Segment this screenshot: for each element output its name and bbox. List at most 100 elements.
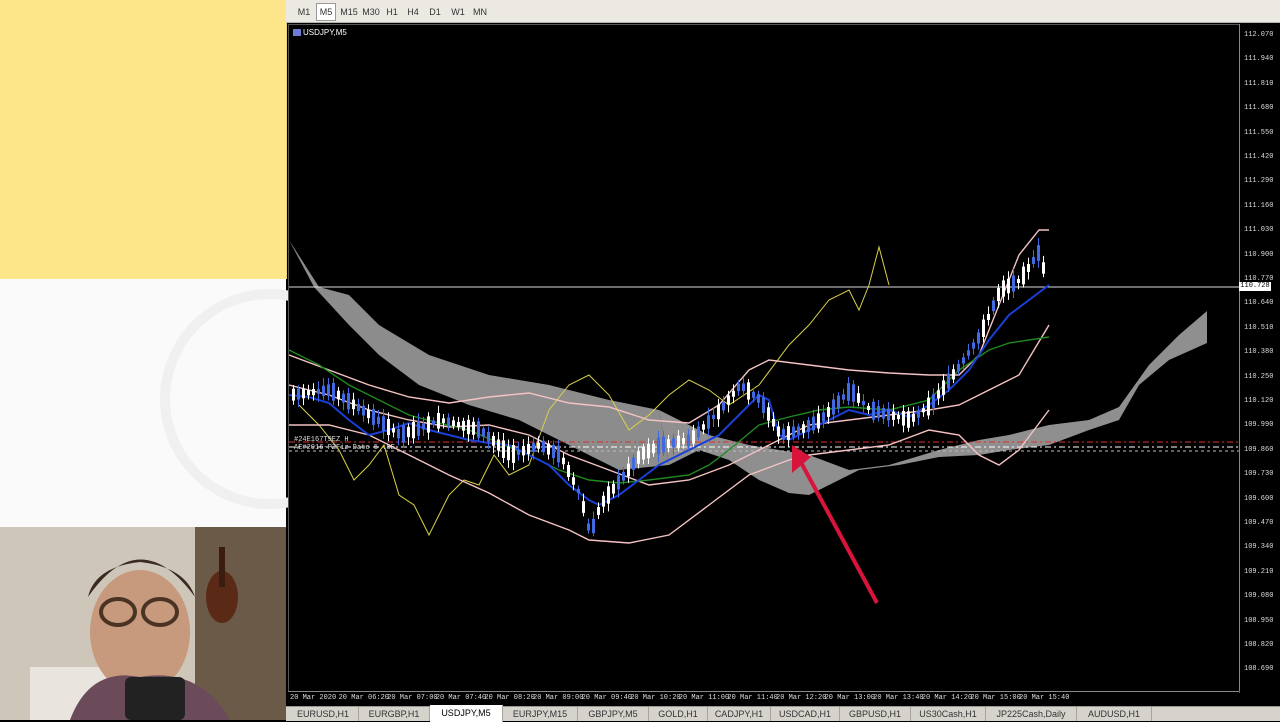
candle-body xyxy=(572,477,575,485)
candle-body xyxy=(622,471,625,481)
price-tick-label: 110.900 xyxy=(1244,250,1274,259)
candle-body xyxy=(997,287,1000,302)
chart-tab[interactable]: USDJPY,M5 xyxy=(430,705,503,722)
price-tick-label: 112.070 xyxy=(1244,31,1274,39)
candle-body xyxy=(677,435,680,449)
time-tick-label: 20 Mar 11:00 xyxy=(678,694,730,702)
candle-body xyxy=(857,393,860,403)
candle-body xyxy=(562,457,565,465)
candle-body xyxy=(567,465,570,477)
candle-body xyxy=(877,406,880,418)
timeframe-mn-button[interactable]: MN xyxy=(470,3,490,21)
candle-body xyxy=(307,390,310,396)
timeframe-h1-button[interactable]: H1 xyxy=(383,3,401,21)
sticky-note[interactable] xyxy=(0,0,287,279)
candle-body xyxy=(777,426,780,437)
candle-body xyxy=(982,319,985,337)
candle-body xyxy=(697,426,700,438)
chart-tab[interactable]: AUDUSD,H1 xyxy=(1077,707,1152,721)
chart-tab[interactable]: EURGBP,H1 xyxy=(359,707,430,721)
candle-body xyxy=(872,401,875,420)
price-tick-label: 111.160 xyxy=(1244,201,1274,210)
price-tick-label: 108.950 xyxy=(1244,616,1274,625)
candle-body xyxy=(357,403,360,412)
order-label: #24E167T9EZ H AE#2016-PZFiz Date 5 .8E xyxy=(294,436,395,452)
candle-body xyxy=(542,440,545,453)
candle-body xyxy=(712,414,715,420)
candle-body xyxy=(962,357,965,364)
candle-body xyxy=(762,397,765,413)
timeframe-m30-button[interactable]: M30 xyxy=(360,3,382,21)
candle-body xyxy=(952,369,955,380)
candle-body xyxy=(852,384,855,402)
order-label-line2: AE#2016-PZFiz Date 5 .8E xyxy=(294,444,395,452)
candle-body xyxy=(787,426,790,440)
chart-tab[interactable]: EURJPY,M15 xyxy=(503,707,578,721)
price-tick-label: 110.120 xyxy=(1244,397,1274,405)
candle-body xyxy=(407,426,410,438)
timeframe-h4-button[interactable]: H4 xyxy=(404,3,422,21)
candle-body xyxy=(942,380,945,395)
candle-body xyxy=(442,418,445,424)
time-tick-label: 20 Mar 12:20 xyxy=(776,694,827,702)
candle-body xyxy=(312,389,315,396)
candle-body xyxy=(797,426,800,435)
candle-body xyxy=(482,428,485,437)
candle-body xyxy=(897,414,900,420)
timeframe-d1-button[interactable]: D1 xyxy=(426,3,444,21)
order-label-line1: #24E167T9EZ H xyxy=(294,436,349,444)
chart-tab[interactable]: GOLD,H1 xyxy=(649,707,708,721)
candle-body xyxy=(617,475,620,490)
chart-tab[interactable]: CADJPY,H1 xyxy=(708,707,771,721)
chart-tab[interactable]: GBPJPY,M5 xyxy=(578,707,649,721)
candle-body xyxy=(292,388,295,401)
candle-body xyxy=(682,438,685,445)
candle-body xyxy=(652,443,655,454)
time-axis[interactable]: 20 Mar 2020 20 Mar 06:20 20 Mar 07:00 20 Ma… xyxy=(288,691,1239,706)
time-tick-label: 20 Mar 2020 xyxy=(290,694,337,702)
candle-body xyxy=(432,420,435,425)
candle-body xyxy=(527,443,530,455)
candle-body xyxy=(827,407,830,417)
candle-body xyxy=(792,426,795,437)
candle-body xyxy=(1007,278,1010,294)
time-tick-label: 20 Mar 09:40 xyxy=(581,694,633,702)
candle-body xyxy=(1017,278,1020,284)
chart-symbol-label: USDJPY,M5 xyxy=(293,28,347,37)
candle-body xyxy=(392,428,395,433)
candlestick-series xyxy=(292,238,1045,537)
webcam-feed xyxy=(0,527,286,720)
timeframe-m15-button[interactable]: M15 xyxy=(338,3,360,21)
timeframe-m5-button[interactable]: M5 xyxy=(316,3,336,21)
candle-body xyxy=(727,395,730,405)
chart-tab[interactable]: GBPUSD,H1 xyxy=(840,707,911,721)
candle-body xyxy=(927,397,930,416)
price-tick-label: 109.860 xyxy=(1244,445,1274,454)
candle-body xyxy=(1042,262,1045,274)
candle-body xyxy=(507,446,510,461)
candle-body xyxy=(892,411,895,420)
blank-panel xyxy=(0,279,380,529)
timeframe-m1-button[interactable]: M1 xyxy=(294,3,314,21)
candle-body xyxy=(512,445,515,463)
timeframe-w1-button[interactable]: W1 xyxy=(448,3,468,21)
price-axis[interactable]: 112.070 111.940 111.810 111.680 111.550 111.4… xyxy=(1239,24,1280,691)
price-chart[interactable] xyxy=(288,24,1240,693)
candle-body xyxy=(462,420,465,431)
chart-tab[interactable]: EURUSD,H1 xyxy=(288,707,359,721)
candle-body xyxy=(782,428,785,440)
candle-body xyxy=(582,501,585,513)
candle-body xyxy=(627,463,630,477)
candle-body xyxy=(907,411,910,428)
candle-body xyxy=(532,442,535,452)
candle-body xyxy=(437,412,440,429)
candle-body xyxy=(972,342,975,349)
candle-body xyxy=(422,423,425,430)
chart-tab[interactable]: US30Cash,H1 xyxy=(911,707,986,721)
chart-tab[interactable]: JP225Cash,Daily xyxy=(986,707,1077,721)
candle-body xyxy=(747,382,750,400)
candle-body xyxy=(372,409,375,425)
chart-tab[interactable]: USDCAD,H1 xyxy=(771,707,840,721)
candle-body xyxy=(637,451,640,464)
candle-body xyxy=(757,394,760,403)
